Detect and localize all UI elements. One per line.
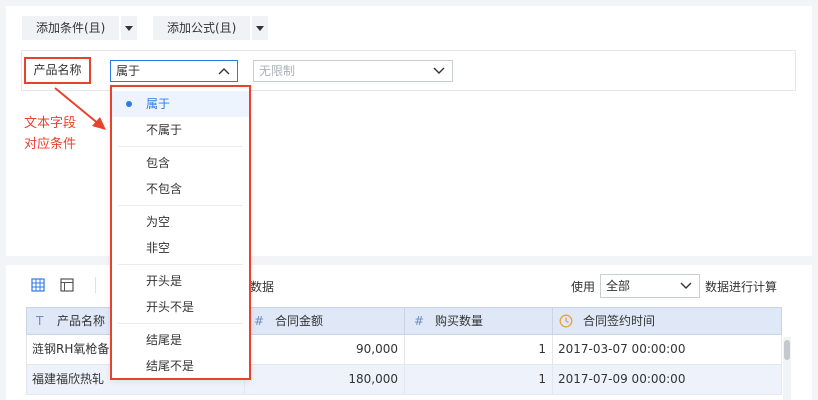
condition-operator-value: 属于 xyxy=(116,64,141,78)
dropdown-separator xyxy=(118,264,243,265)
condition-operator-dropdown: 属于 不属于 包含 不包含 为空 非空 开头是 开头不是 结尾是 结尾不是 xyxy=(110,85,251,380)
grid-view-icon[interactable] xyxy=(31,278,45,292)
data-scope-value: 全部 xyxy=(606,279,631,293)
add-condition-split-button[interactable]: 添加条件(且) xyxy=(22,16,138,40)
toolbar-divider xyxy=(95,277,96,293)
table-scrollbar-thumb[interactable] xyxy=(784,340,790,360)
column-header-sign-date[interactable]: 合同签约时间 xyxy=(553,308,781,334)
column-header-label: 产品名称 xyxy=(57,314,106,328)
option-starts-with[interactable]: 开头是 xyxy=(112,268,249,294)
cell-sign-date: 2017-03-07 00:00:00 xyxy=(558,342,686,356)
column-header-contract-amount[interactable]: # 合同金额 xyxy=(245,308,405,334)
cell-quantity: 1 xyxy=(405,365,553,394)
option-not-ends-with[interactable]: 结尾不是 xyxy=(112,353,249,379)
data-scope-select[interactable]: 全部 xyxy=(600,274,700,298)
triangle-down-icon xyxy=(256,25,265,31)
condition-operator-select[interactable]: 属于 xyxy=(110,60,238,82)
option-ends-with[interactable]: 结尾是 xyxy=(112,327,249,353)
option-is-empty[interactable]: 为空 xyxy=(112,209,249,235)
cell-sign-date: 2017-07-09 00:00:00 xyxy=(558,372,686,386)
option-label: 不属于 xyxy=(146,123,183,137)
option-not-belongs-to[interactable]: 不属于 xyxy=(112,117,249,143)
column-header-label: 合同签约时间 xyxy=(583,314,656,328)
dropdown-separator xyxy=(118,323,243,324)
text-type-icon: T xyxy=(36,314,44,328)
annotation-line-1: 文本字段 xyxy=(24,116,77,131)
chevron-down-icon xyxy=(680,282,692,289)
table-view-icon[interactable] xyxy=(60,278,74,292)
column-header-label: 合同金额 xyxy=(275,314,324,328)
cell-contract-amount: 90,000 xyxy=(245,335,405,364)
cell-quantity: 1 xyxy=(405,335,553,364)
selected-dot-icon xyxy=(126,101,132,107)
option-not-contains[interactable]: 不包含 xyxy=(112,176,249,202)
option-label: 开头是 xyxy=(146,274,183,288)
data-partial-label: 数据 xyxy=(250,280,275,294)
option-label: 为空 xyxy=(146,215,171,229)
calc-label: 数据进行计算 xyxy=(705,280,778,294)
option-contains[interactable]: 包含 xyxy=(112,150,249,176)
chevron-up-icon xyxy=(218,68,230,75)
number-type-icon: # xyxy=(254,314,265,328)
option-not-empty[interactable]: 非空 xyxy=(112,235,249,261)
add-formula-button[interactable]: 添加公式(且) xyxy=(153,16,253,40)
use-label: 使用 xyxy=(571,280,596,294)
option-not-starts-with[interactable]: 开头不是 xyxy=(112,294,249,320)
dropdown-separator xyxy=(118,205,243,206)
option-label: 结尾是 xyxy=(146,333,183,347)
option-label: 属于 xyxy=(146,97,171,111)
option-label: 包含 xyxy=(146,156,171,170)
chevron-down-icon xyxy=(433,67,445,74)
dropdown-separator xyxy=(118,146,243,147)
condition-value-placeholder: 无限制 xyxy=(259,64,296,78)
option-belongs-to[interactable]: 属于 xyxy=(112,91,249,117)
option-label: 非空 xyxy=(146,241,171,255)
triangle-down-icon xyxy=(125,25,134,31)
add-formula-dropdown-toggle[interactable] xyxy=(252,16,269,40)
annotation-line-2: 对应条件 xyxy=(24,137,77,152)
condition-value-select[interactable]: 无限制 xyxy=(253,60,453,82)
column-header-label: 购买数量 xyxy=(435,314,484,328)
option-label: 不包含 xyxy=(146,182,183,196)
clock-icon xyxy=(559,314,573,328)
number-type-icon: # xyxy=(414,314,425,328)
annotation-text: 文本字段 对应条件 xyxy=(24,113,104,155)
add-condition-dropdown-toggle[interactable] xyxy=(121,16,138,40)
add-formula-split-button[interactable]: 添加公式(且) xyxy=(153,16,269,40)
condition-field-label[interactable]: 产品名称 xyxy=(24,57,91,84)
column-header-quantity[interactable]: # 购买数量 xyxy=(405,308,553,334)
option-label: 开头不是 xyxy=(146,300,195,314)
add-condition-button[interactable]: 添加条件(且) xyxy=(22,16,122,40)
option-label: 结尾不是 xyxy=(146,359,195,373)
cell-contract-amount: 180,000 xyxy=(245,365,405,394)
